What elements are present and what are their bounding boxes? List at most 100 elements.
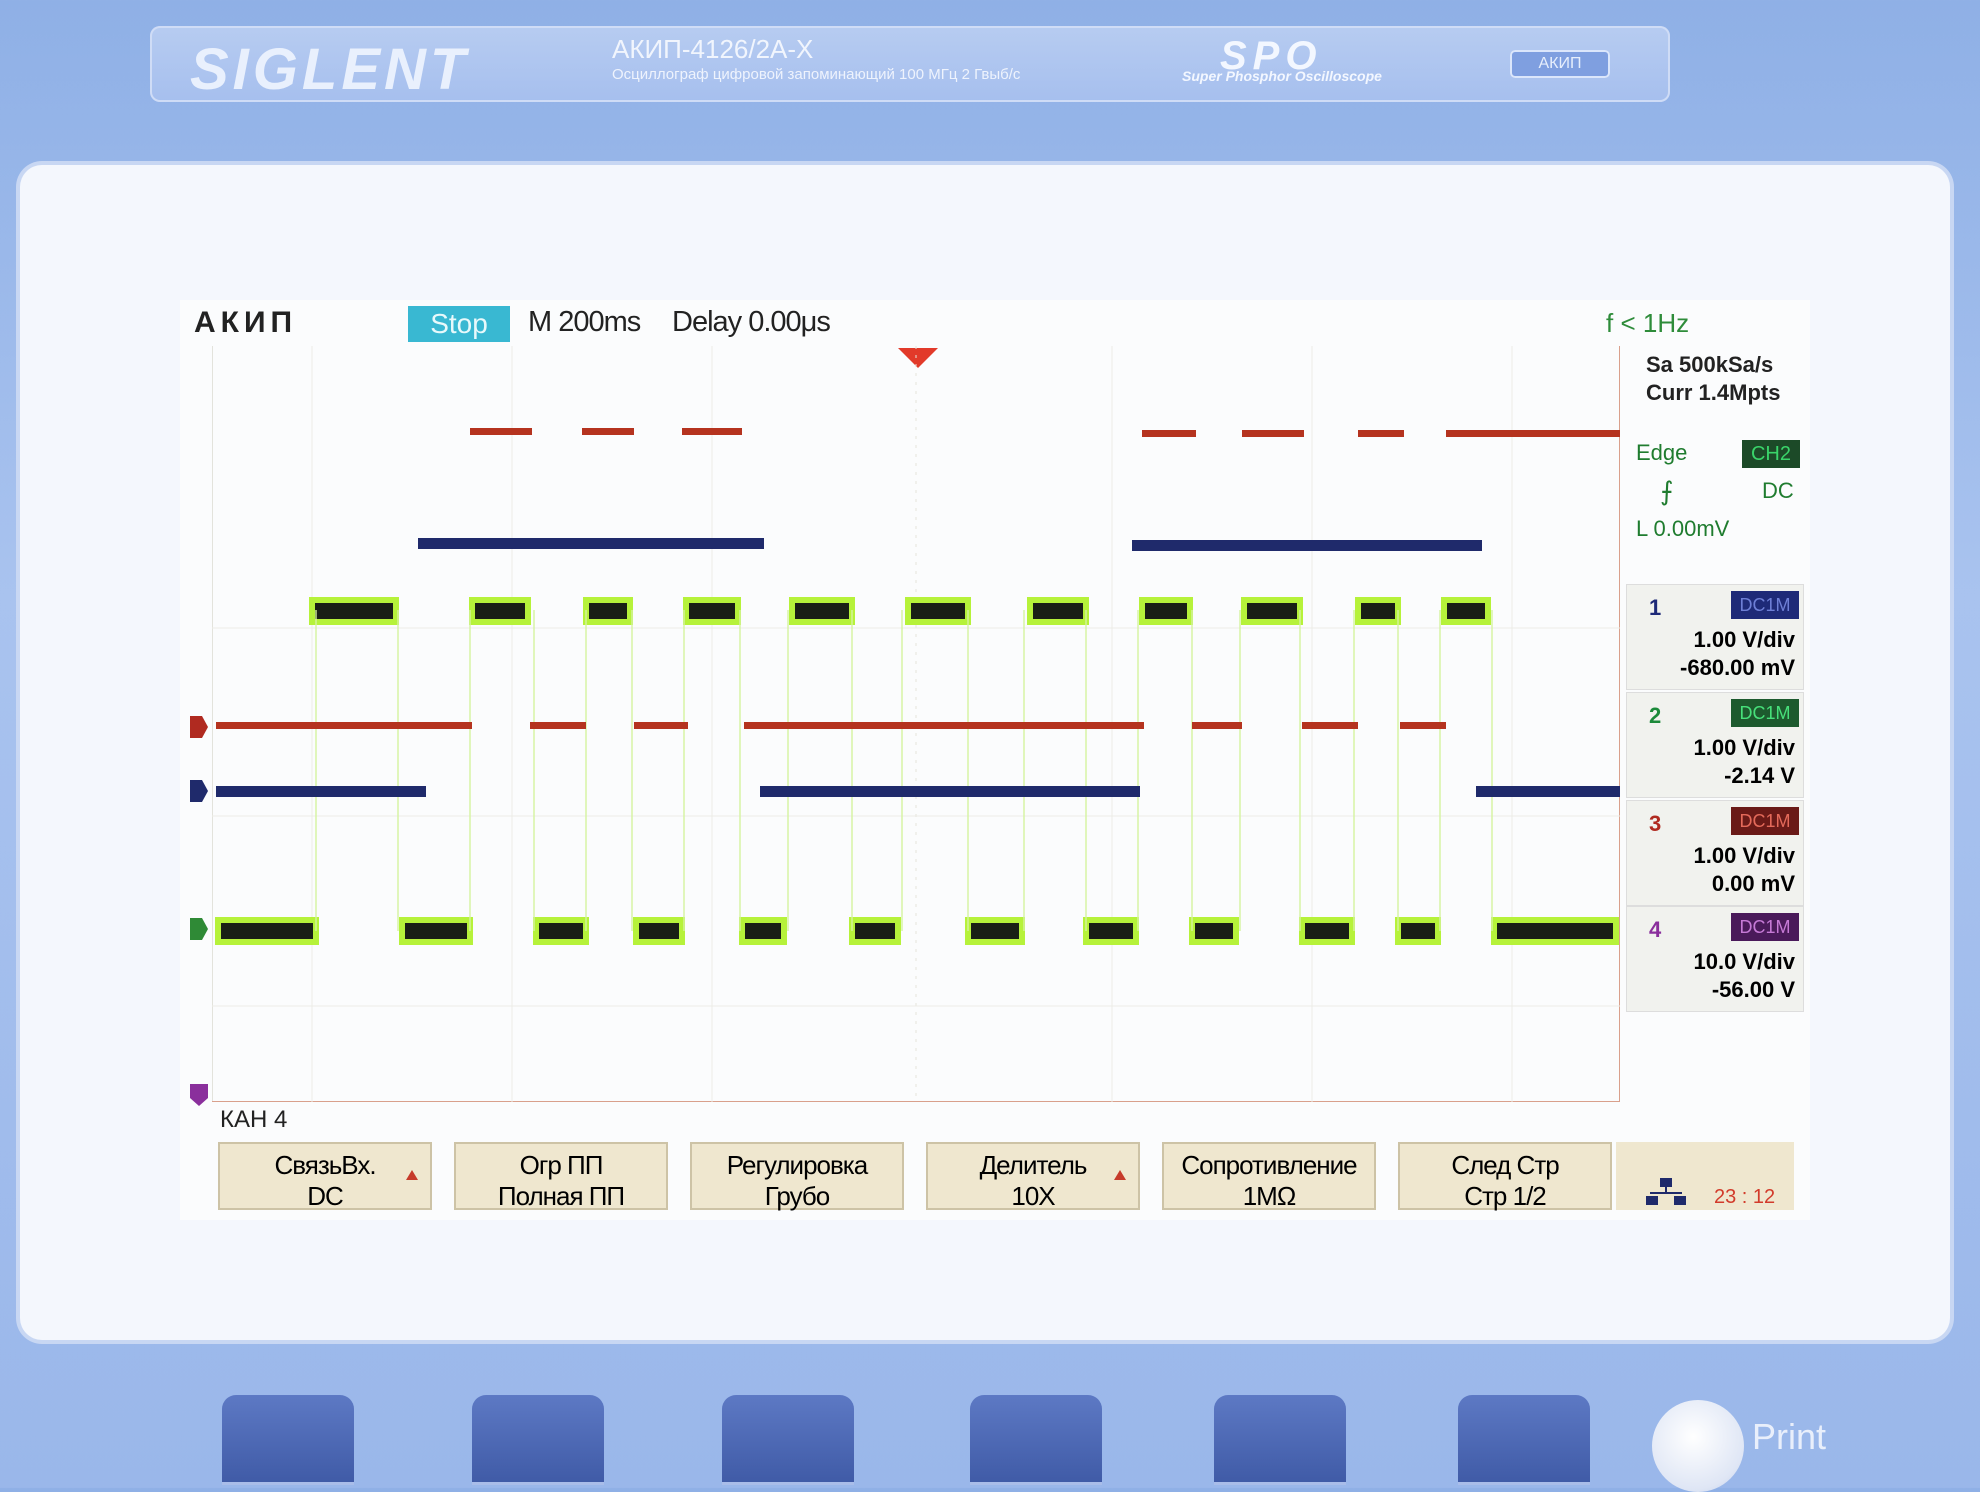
trace-segment (215, 917, 319, 945)
softkey-value: Грубо (764, 1181, 830, 1211)
trace-segment (470, 428, 532, 435)
trace-segment (905, 597, 971, 625)
trace-segment (1139, 597, 1193, 625)
softkey-value: DC (307, 1181, 344, 1211)
waveform-display (212, 346, 1620, 1102)
hardware-softkey-2[interactable] (472, 1395, 604, 1485)
channel-offset: 0.00 mV (1711, 871, 1795, 896)
hardware-softkey-1[interactable] (222, 1395, 354, 1485)
softkey-value: 1MΩ (1242, 1181, 1297, 1211)
trace-segment (1241, 597, 1303, 625)
softkey-adjustment[interactable]: Регулировка Грубо (690, 1142, 904, 1211)
hardware-softkey-5[interactable] (1214, 1395, 1346, 1485)
ch3-ground-marker[interactable] (190, 918, 208, 940)
trace-segment (1132, 540, 1482, 551)
softkey-value: Полная ПП (497, 1181, 625, 1211)
print-button[interactable] (1652, 1400, 1744, 1492)
softkey-label: Огр ПП (519, 1150, 604, 1180)
trace-segment (309, 597, 399, 625)
brand-logo: SIGLENT (190, 37, 470, 102)
trace-segment (1355, 597, 1401, 625)
trace-segment (1189, 917, 1239, 945)
trace-segment (1446, 430, 1620, 437)
softkey-value: Стр 1/2 (1464, 1181, 1547, 1211)
coupling-tag: DC1M (1731, 807, 1799, 835)
trace-segment (683, 597, 741, 625)
ch4-ground-marker[interactable] (190, 1084, 208, 1106)
menu-title: КАН 4 (220, 1106, 288, 1133)
akip-badge: АКИП (1510, 50, 1610, 78)
clock: 23 : 12 (1714, 1186, 1776, 1208)
up-arrow-icon (1114, 1170, 1126, 1180)
channel-offset: -2.14 V (1724, 763, 1795, 788)
softkey-label: След Стр (1451, 1150, 1559, 1180)
timebase-readout: M 200ms (528, 306, 641, 338)
model-name: АКИП-4126/2А-Х (612, 34, 814, 64)
ch1-ground-marker[interactable] (190, 716, 208, 738)
channel-number: 1 (1649, 595, 1662, 620)
coupling-tag: DC1M (1731, 591, 1799, 619)
softkey-next-page[interactable]: След Стр Стр 1/2 (1398, 1142, 1612, 1211)
trace-segment (682, 428, 742, 435)
print-label: Print (1752, 1416, 1827, 1457)
up-arrow-icon (406, 1170, 418, 1180)
trigger-type: Edge (1636, 440, 1688, 465)
trace-segment (633, 917, 685, 945)
trigger-level: L 0.00mV (1636, 516, 1730, 541)
hardware-softkey-3[interactable] (722, 1395, 854, 1485)
channel-offset: -680.00 mV (1680, 655, 1795, 680)
softkey-value: 10X (1011, 1181, 1055, 1211)
trace-segment (418, 538, 764, 549)
trace-segment (1400, 722, 1446, 729)
channel-3-box[interactable]: 3 DC1M 1.00 V/div 0.00 mV (1626, 800, 1804, 906)
trace-segment (469, 597, 531, 625)
channel-1-trace (216, 428, 1620, 729)
trace-segment (582, 428, 634, 435)
channel-4-box[interactable]: 4 DC1M 10.0 V/div -56.00 V (1626, 906, 1804, 1012)
softkey-label: Делитель (979, 1150, 1088, 1180)
volts-per-div: 10.0 V/div (1693, 949, 1795, 974)
trace-segment (1142, 430, 1196, 437)
volts-per-div: 1.00 V/div (1693, 843, 1795, 868)
channel-offset: -56.00 V (1711, 977, 1795, 1002)
sample-rate: Sa 500kSa/s (1646, 352, 1774, 377)
trace-segment (216, 786, 426, 797)
trace-segment (760, 786, 1140, 797)
softkey-impedance[interactable]: Сопротивление 1MΩ (1162, 1142, 1376, 1211)
channel-2-trace (216, 538, 1620, 797)
trace-edges (315, 610, 1493, 931)
trace-segment (1395, 917, 1441, 945)
volts-per-div: 1.00 V/div (1693, 627, 1795, 652)
softkey-label: Сопротивление (1181, 1150, 1357, 1180)
channel-1-box[interactable]: 1 DC1M 1.00 V/div -680.00 mV (1626, 584, 1804, 690)
trace-segment (399, 917, 473, 945)
softkey-label: СвязьВх. (274, 1150, 376, 1180)
trace-segment (1027, 597, 1089, 625)
softkey-bandwidth-limit[interactable]: Огр ПП Полная ПП (454, 1142, 668, 1211)
trace-segment (1358, 430, 1404, 437)
model-description: Осциллограф цифровой запоминающий 100 МГ… (612, 66, 1021, 83)
softkey-probe[interactable]: Делитель 10X (926, 1142, 1140, 1211)
softkey-input-coupling[interactable]: СвязьВх. DC (218, 1142, 432, 1211)
hardware-softkey-4[interactable] (970, 1395, 1102, 1485)
trace-segment (849, 917, 901, 945)
coupling-tag: DC1M (1731, 913, 1799, 941)
softkey-label: Регулировка (726, 1150, 868, 1180)
trace-segment (1242, 430, 1304, 437)
trace-segment (1192, 722, 1242, 729)
run-state-badge: Stop (408, 306, 510, 342)
frequency-readout: f < 1Hz (1606, 308, 1690, 338)
trace-segment (530, 722, 586, 729)
trace-segment (744, 722, 1144, 729)
hardware-softkey-6[interactable] (1458, 1395, 1590, 1485)
channel-number: 2 (1649, 703, 1662, 728)
channel-number: 4 (1649, 917, 1662, 942)
trigger-coupling: DC (1762, 478, 1794, 503)
channel-3-trace (215, 597, 1619, 945)
network-icon (1646, 1178, 1686, 1205)
trace-segment (739, 917, 787, 945)
rising-edge-icon: ⨍ (1660, 476, 1674, 506)
trace-segment (1083, 917, 1139, 945)
channel-2-box[interactable]: 2 DC1M 1.00 V/div -2.14 V (1626, 692, 1804, 798)
ch2-ground-marker[interactable] (190, 780, 208, 802)
